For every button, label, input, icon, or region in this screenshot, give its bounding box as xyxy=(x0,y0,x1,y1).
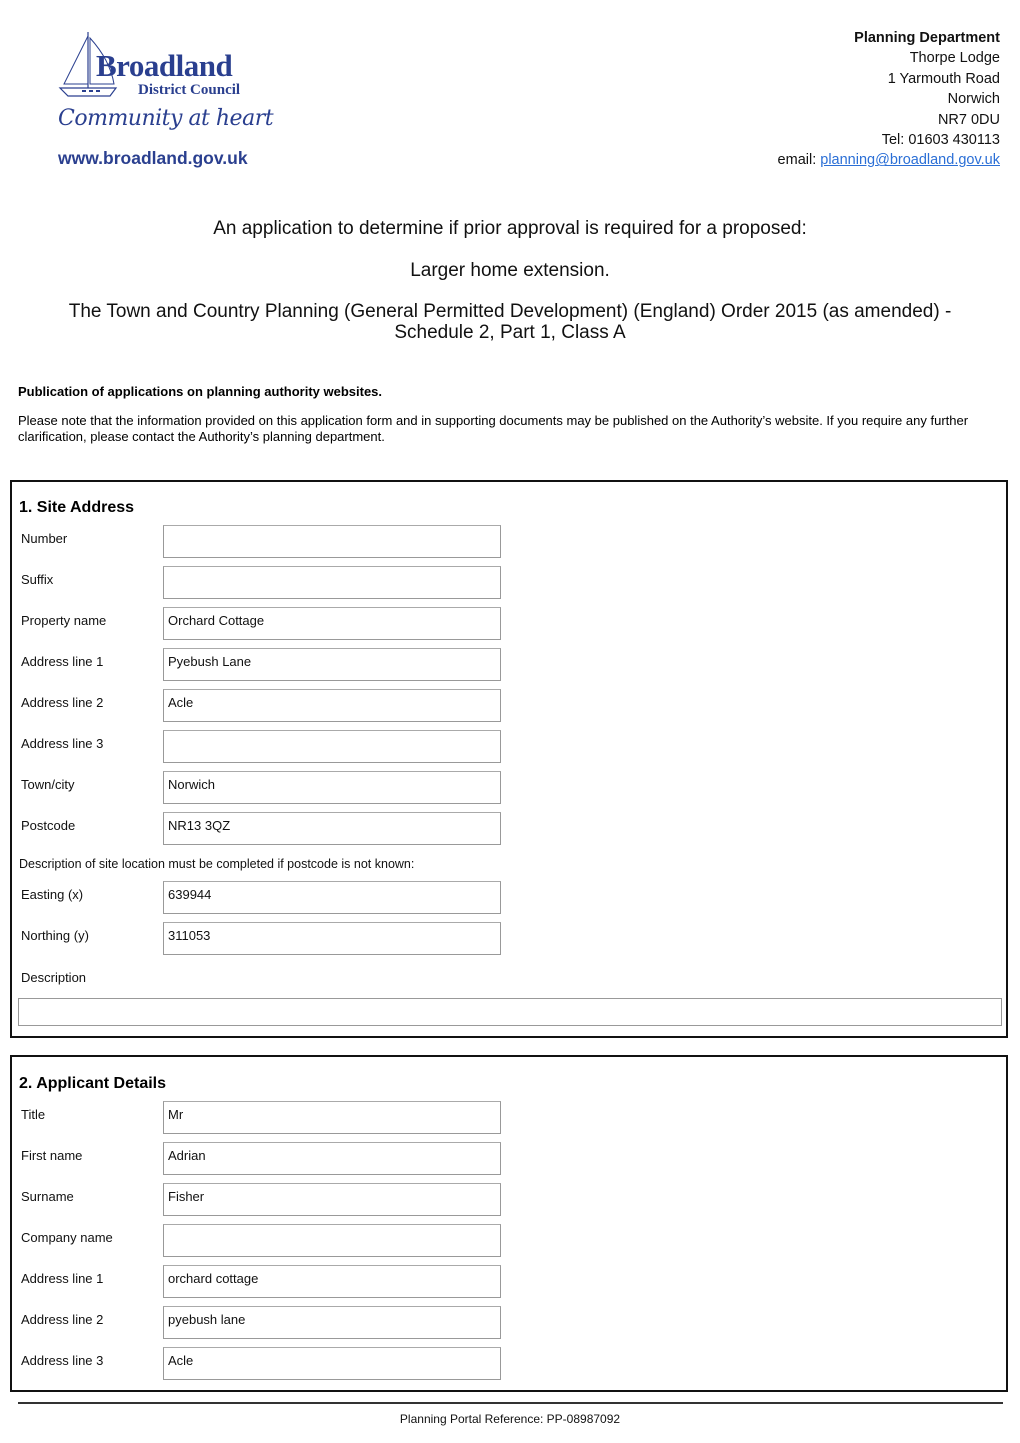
field-label: Address line 2 xyxy=(21,1312,104,1327)
section-title: 2. Applicant Details xyxy=(19,1075,166,1092)
field-label: Address line 1 xyxy=(21,1271,104,1286)
section-title: 1. Site Address xyxy=(19,499,135,516)
field-address-line-3: Address line 3 Acle xyxy=(12,1347,1006,1382)
location-note: Description of site location must be com… xyxy=(19,857,415,871)
field-label: Number xyxy=(21,531,68,546)
site-address-section: 1. Site Address Number Suffix Property n… xyxy=(10,480,1008,1038)
field-title: Title Mr xyxy=(12,1101,1006,1136)
field-label: Property name xyxy=(21,613,107,628)
field-suffix: Suffix xyxy=(12,566,1006,601)
field-address-line-2: Address line 2 Acle xyxy=(12,689,1006,724)
address-postcode: NR7 0DU xyxy=(937,111,1000,128)
description-input[interactable] xyxy=(18,998,1002,1026)
field-label: Address line 1 xyxy=(21,654,104,669)
logo-tagline: Community at heart xyxy=(58,106,274,131)
department-name: Planning Department xyxy=(854,30,1000,46)
address-line-3: Norwich xyxy=(947,91,1000,108)
field-label: Address line 3 xyxy=(21,1353,104,1368)
field-label: Address line 3 xyxy=(21,736,104,751)
applicant-details-section: 2. Applicant Details Title Mr First name A… xyxy=(10,1055,1008,1392)
surname-input[interactable]: Fisher xyxy=(163,1183,501,1216)
field-label: Title xyxy=(21,1107,46,1122)
company-name-input[interactable] xyxy=(163,1224,501,1257)
field-postcode: Postcode NR13 3QZ xyxy=(12,812,1006,847)
number-input[interactable] xyxy=(163,525,501,558)
field-first-name: First name Adrian xyxy=(12,1142,1006,1177)
field-label: Easting (x) xyxy=(21,887,84,902)
applicant-address-line-1-input[interactable]: orchard cottage xyxy=(163,1265,501,1298)
applicant-address-line-2-input[interactable]: pyebush lane xyxy=(163,1306,501,1339)
email-label: email: xyxy=(777,152,817,169)
property-name-input[interactable]: Orchard Cottage xyxy=(163,607,501,640)
address-line-1-input[interactable]: Pyebush Lane xyxy=(163,648,501,681)
field-address-line-1: Address line 1 orchard cottage xyxy=(12,1265,1006,1300)
field-label: Surname xyxy=(21,1189,74,1204)
first-name-input[interactable]: Adrian xyxy=(163,1142,501,1175)
postcode-input[interactable]: NR13 3QZ xyxy=(163,812,501,845)
logo-subname: District Council xyxy=(138,82,241,98)
northing-input[interactable]: 311053 xyxy=(163,922,501,955)
field-address-line-1: Address line 1 Pyebush Lane xyxy=(12,648,1006,683)
field-address-line-3: Address line 3 xyxy=(12,730,1006,765)
field-label: Postcode xyxy=(21,818,76,833)
publication-heading: Publication of applications on planning … xyxy=(18,384,383,399)
logo-website[interactable]: www.broadland.gov.uk xyxy=(58,148,248,169)
telephone: Tel: 01603 430113 xyxy=(881,132,1000,149)
field-label: Address line 2 xyxy=(21,695,104,710)
legislation-reference: The Town and Country Planning (General P… xyxy=(0,301,1020,343)
field-label: First name xyxy=(21,1148,83,1163)
legislation-line-1: The Town and Country Planning (General P… xyxy=(68,301,952,322)
email-line: email: planning@broadland.gov.uk xyxy=(778,150,1000,170)
field-easting: Easting (x) 639944 xyxy=(12,881,1006,916)
field-property-name: Property name Orchard Cottage xyxy=(12,607,1006,642)
address-line-2: 1 Yarmouth Road xyxy=(887,70,1000,87)
field-label: Northing (y) xyxy=(21,928,89,943)
form-type: Larger home extension. xyxy=(410,260,610,281)
description-label: Description xyxy=(21,970,87,985)
field-town-city: Town/city Norwich xyxy=(12,771,1006,806)
logo-name: Broadland xyxy=(96,48,233,83)
town-city-input[interactable]: Norwich xyxy=(163,771,501,804)
footer-divider xyxy=(18,1402,1003,1404)
suffix-input[interactable] xyxy=(163,566,501,599)
field-label: Town/city xyxy=(21,777,75,792)
address-line-3-input[interactable] xyxy=(163,730,501,763)
legislation-line-2: Schedule 2, Part 1, Class A xyxy=(394,322,626,343)
field-address-line-2: Address line 2 pyebush lane xyxy=(12,1306,1006,1341)
easting-input[interactable]: 639944 xyxy=(163,881,501,914)
field-surname: Surname Fisher xyxy=(12,1183,1006,1218)
field-number: Number xyxy=(12,525,1006,560)
title-input[interactable]: Mr xyxy=(163,1101,501,1134)
department-address: Planning Department Thorpe Lodge 1 Yarmo… xyxy=(778,28,1000,171)
council-logo: Broadland District Council Community at … xyxy=(56,30,276,170)
address-line-2-input[interactable]: Acle xyxy=(163,689,501,722)
applicant-address-line-3-input[interactable]: Acle xyxy=(163,1347,501,1380)
form-intro: An application to determine if prior app… xyxy=(213,218,807,239)
address-line-1: Thorpe Lodge xyxy=(909,50,1000,67)
field-label: Company name xyxy=(21,1230,113,1245)
field-northing: Northing (y) 311053 xyxy=(12,922,1006,957)
field-label: Suffix xyxy=(21,572,54,587)
publication-notice: Please note that the information provide… xyxy=(18,413,969,444)
portal-reference: Planning Portal Reference: PP-08987092 xyxy=(399,1412,621,1426)
field-company-name: Company name xyxy=(12,1224,1006,1259)
email-link[interactable]: planning@broadland.gov.uk xyxy=(820,152,1000,168)
